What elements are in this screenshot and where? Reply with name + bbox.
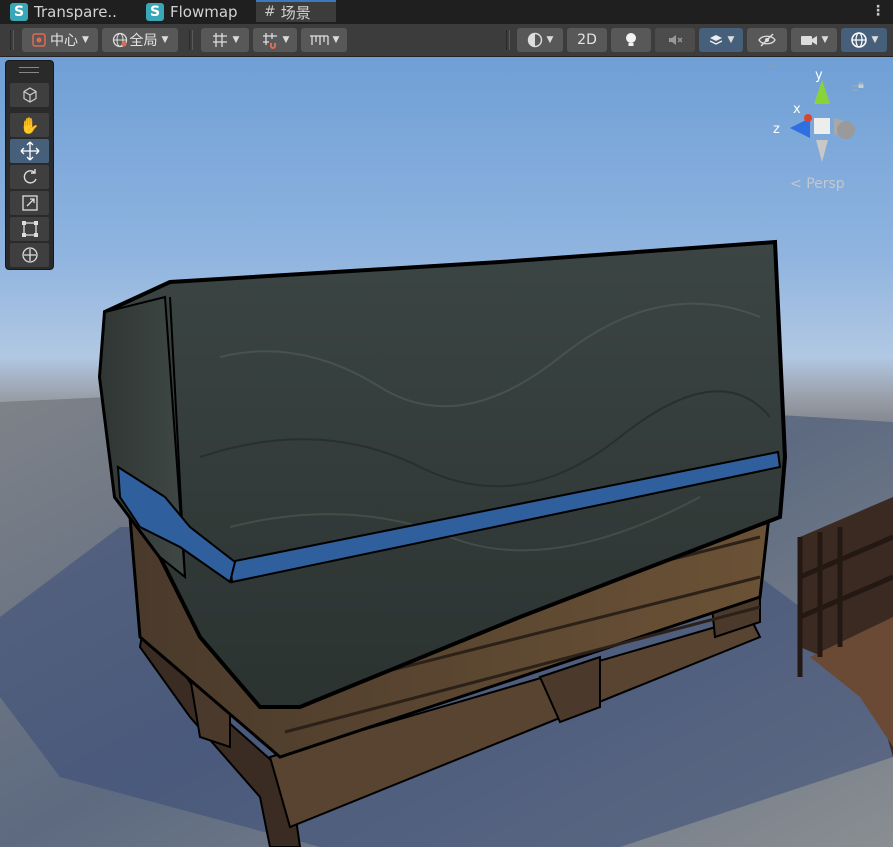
toggle-lighting-button[interactable] xyxy=(611,28,651,52)
globe-icon xyxy=(112,32,127,48)
gizmos-globe-icon xyxy=(850,32,867,48)
toggle-2d-button[interactable]: 2D xyxy=(567,28,607,52)
tab-label: 场景 xyxy=(280,3,311,22)
chevron-down-icon: ▼ xyxy=(82,35,89,45)
lightbulb-icon xyxy=(626,33,636,46)
more-options-icon[interactable]: ⋮ xyxy=(871,3,885,19)
tool-palette: ✋ xyxy=(5,60,54,270)
rect-transform-icon xyxy=(21,221,38,237)
toolbar-divider xyxy=(10,30,14,50)
cube-icon xyxy=(22,87,37,103)
effects-dropdown[interactable]: ▼ xyxy=(699,28,743,52)
hidden-eye-icon xyxy=(758,33,776,47)
move-arrows-icon xyxy=(20,141,39,161)
transform-tool-button[interactable] xyxy=(10,243,49,267)
chevron-down-icon: ▼ xyxy=(332,35,340,45)
audio-mute-icon xyxy=(669,35,683,45)
scene-camera-dropdown[interactable]: ▼ xyxy=(791,28,837,52)
shader-icon: S xyxy=(10,3,28,21)
scale-icon xyxy=(21,195,38,211)
transform-all-icon xyxy=(21,247,38,263)
increment-snapping-dropdown[interactable]: ▼ xyxy=(253,28,297,52)
toolbar-divider xyxy=(189,30,193,50)
grid-icon: # xyxy=(264,4,276,20)
toolbar-divider xyxy=(506,30,510,50)
projection-mode: Persp xyxy=(806,176,845,192)
tab-transparent-shader[interactable]: S Transpare.. xyxy=(10,0,117,24)
tab-label: Transpare.. xyxy=(34,3,117,21)
rotate-tool-button[interactable] xyxy=(10,165,49,189)
view-tool-button[interactable] xyxy=(10,83,49,107)
gizmos-dropdown[interactable]: ▼ xyxy=(841,28,887,52)
pivot-mode-label: 中心 xyxy=(50,33,79,49)
toggle-2d-label: 2D xyxy=(577,32,597,48)
lock-icon[interactable]: 🔒︎ xyxy=(858,78,864,92)
hand-icon: ✋ xyxy=(19,115,40,135)
tab-label: Flowmap xyxy=(170,3,238,21)
rect-tool-button[interactable] xyxy=(10,217,49,241)
grid-snapping-dropdown[interactable]: ▼ xyxy=(201,28,249,52)
gizmo-y-label: y xyxy=(815,68,823,83)
tab-flowmap-shader[interactable]: S Flowmap xyxy=(146,0,238,24)
ruler-snapping-dropdown[interactable]: ▼ xyxy=(301,28,347,52)
draw-mode-dropdown[interactable]: ▼ xyxy=(517,28,563,52)
pivot-mode-dropdown[interactable]: 中心 ▼ xyxy=(22,28,98,52)
scene-viewport[interactable]: ✋ y x z 🔒︎ < Persp xyxy=(0,57,893,847)
scene-geometry xyxy=(0,239,893,847)
projection-arrow-icon: < xyxy=(790,176,802,192)
space-mode-label: 全局 xyxy=(129,33,158,49)
pivot-icon xyxy=(32,33,46,47)
grid-snap-icon xyxy=(212,33,227,47)
scene-toolbar: 中心 ▼ 全局 ▼ ▼ ▼ ▼ ▼ 2D ▼ ▼ ▼ xyxy=(0,24,893,57)
camera-projection-label[interactable]: < Persp xyxy=(790,176,845,192)
shading-mode-icon xyxy=(527,32,542,48)
chevron-down-icon: ▼ xyxy=(161,35,169,45)
ruler-icon xyxy=(309,35,329,45)
toggle-audio-button[interactable] xyxy=(655,28,695,52)
drag-handle-icon[interactable] xyxy=(19,67,39,73)
chevron-down-icon: ▼ xyxy=(546,35,554,45)
chevron-down-icon: ▼ xyxy=(871,35,879,45)
gizmo-x-label: x xyxy=(793,102,801,117)
gizmo-z-label: z xyxy=(773,122,780,137)
shader-icon: S xyxy=(146,3,164,21)
chevron-down-icon: ▼ xyxy=(821,35,829,45)
space-mode-dropdown[interactable]: 全局 ▼ xyxy=(102,28,178,52)
scene-visibility-button[interactable] xyxy=(747,28,787,52)
rotate-icon xyxy=(23,169,37,184)
camera-icon xyxy=(800,36,817,45)
tab-scene[interactable]: # 场景 xyxy=(256,0,336,22)
window-tab-bar: S Transpare.. S Flowmap # 场景 ⋮ xyxy=(0,0,893,24)
chevron-down-icon: ▼ xyxy=(727,35,735,45)
chevron-down-icon: ▼ xyxy=(282,35,290,45)
move-tool-button[interactable] xyxy=(10,139,49,163)
scale-tool-button[interactable] xyxy=(10,191,49,215)
layers-icon xyxy=(709,35,722,45)
chevron-down-icon: ▼ xyxy=(232,35,240,45)
magnet-grid-icon xyxy=(262,33,277,49)
hand-tool-button[interactable]: ✋ xyxy=(10,113,49,137)
